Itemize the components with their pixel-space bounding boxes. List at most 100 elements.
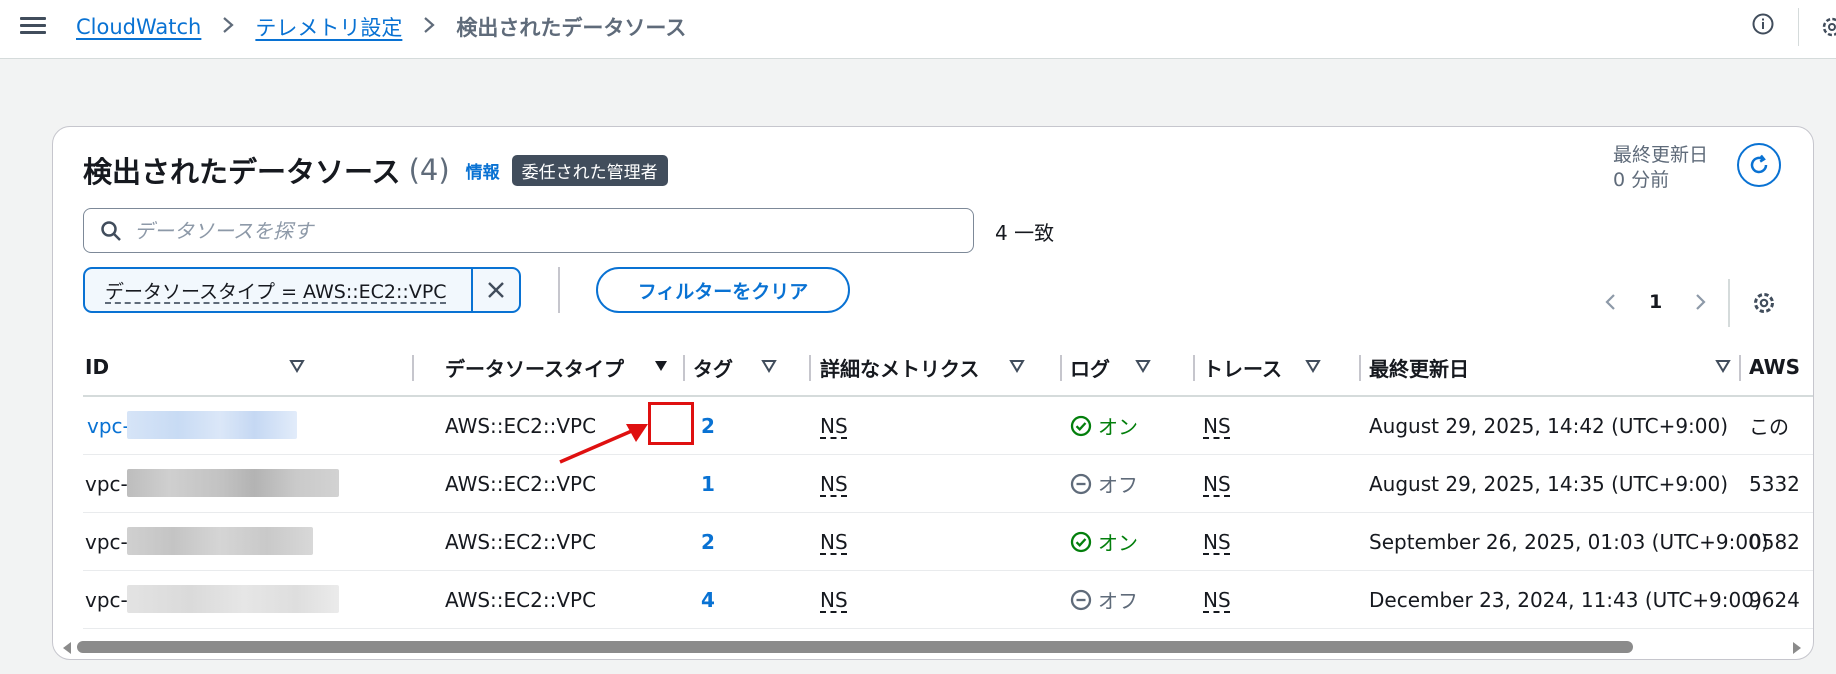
refresh-button[interactable] xyxy=(1737,143,1781,187)
sort-caret-icon[interactable] xyxy=(653,359,669,373)
chevron-right-icon[interactable] xyxy=(1690,292,1710,312)
row-updated: August 29, 2025, 14:35 (UTC+9:00) xyxy=(1369,471,1729,496)
breadcrumb-telemetry[interactable]: テレメトリ設定 xyxy=(255,12,402,42)
redacted-id xyxy=(127,411,297,439)
delegated-admin-badge: 委任された管理者 xyxy=(511,154,668,186)
table-row: vpc- AWS::EC2::VPC 4 NS オフ NS December 2… xyxy=(83,571,1813,629)
column-header-logs[interactable]: ログ xyxy=(1070,339,1170,395)
row-log-label: オン xyxy=(1098,531,1138,555)
row-tags-link[interactable]: 2 xyxy=(701,414,715,438)
column-divider[interactable] xyxy=(1060,355,1062,381)
close-icon xyxy=(488,282,504,298)
page-number[interactable]: 1 xyxy=(1649,291,1662,313)
row-metrics-value[interactable]: NS xyxy=(820,414,848,438)
sort-caret-icon[interactable] xyxy=(1009,359,1025,373)
table-header: ID データソースタイプ タグ 詳細なメトリクス ログ トレース 最終更新日 A… xyxy=(83,339,1813,397)
chevron-right-icon xyxy=(221,15,235,39)
horizontal-scrollbar[interactable] xyxy=(63,638,1803,654)
data-sources-panel: 検出されたデータソース (4) 情報 委任された管理者 最終更新日 0 分前 4… xyxy=(52,126,1814,660)
filter-token-label[interactable]: データソースタイプ = AWS::EC2::VPC xyxy=(85,277,471,304)
table-settings-icon[interactable] xyxy=(1751,290,1777,316)
search-input[interactable] xyxy=(132,217,956,244)
result-count: (4) xyxy=(408,153,450,187)
column-divider[interactable] xyxy=(809,355,811,381)
chevron-left-icon[interactable] xyxy=(1601,292,1621,312)
status-positive-icon xyxy=(1070,531,1092,552)
row-metrics: NS xyxy=(820,455,848,512)
row-tags-link[interactable]: 1 xyxy=(701,472,715,496)
scroll-right-arrow[interactable] xyxy=(1793,642,1801,654)
row-tags: 2 xyxy=(701,397,715,454)
sort-caret-icon[interactable] xyxy=(1715,359,1731,373)
row-metrics-value[interactable]: NS xyxy=(820,472,848,496)
row-id-link[interactable]: vpc- xyxy=(87,414,130,438)
column-divider[interactable] xyxy=(1739,355,1741,381)
row-id: vpc- xyxy=(85,471,128,496)
row-log-status: オン xyxy=(1070,513,1138,570)
sort-caret-icon[interactable] xyxy=(1305,359,1321,373)
row-type: AWS::EC2::VPC xyxy=(445,471,597,496)
info-icon[interactable] xyxy=(1752,13,1774,35)
column-header-id[interactable]: ID xyxy=(85,339,305,395)
info-link[interactable]: 情報 xyxy=(466,158,500,183)
top-navigation-bar: CloudWatch テレメトリ設定 検出されたデータソース xyxy=(0,0,1836,59)
column-divider[interactable] xyxy=(1193,355,1195,381)
row-type: AWS::EC2::VPC xyxy=(445,413,597,438)
column-header-metrics[interactable]: 詳細なメトリクス xyxy=(820,339,1030,395)
row-log-label: オン xyxy=(1098,415,1138,439)
row-id[interactable]: vpc- xyxy=(87,397,130,454)
scrollbar-thumb[interactable] xyxy=(77,641,1633,653)
column-header-last-updated[interactable]: 最終更新日 xyxy=(1369,339,1749,395)
row-updated: December 23, 2024, 11:43 (UTC+9:00) xyxy=(1369,587,1762,612)
breadcrumb-cloudwatch[interactable]: CloudWatch xyxy=(76,15,201,39)
status-stopped-icon xyxy=(1070,589,1092,610)
column-header-type[interactable]: データソースタイプ xyxy=(445,339,667,395)
sort-caret-icon[interactable] xyxy=(761,359,777,373)
clear-filters-button[interactable]: フィルターをクリア xyxy=(596,267,850,313)
row-type: AWS::EC2::VPC xyxy=(445,587,597,612)
row-tags: 2 xyxy=(701,513,715,570)
last-updated: 最終更新日 0 分前 xyxy=(1613,143,1708,193)
divider xyxy=(558,267,560,313)
search-box[interactable] xyxy=(83,208,974,253)
scroll-left-arrow[interactable] xyxy=(63,642,71,654)
row-trace-value[interactable]: NS xyxy=(1203,472,1231,496)
row-metrics-value[interactable]: NS xyxy=(820,588,848,612)
row-trace: NS xyxy=(1203,455,1231,512)
sort-caret-icon[interactable] xyxy=(289,359,305,373)
chevron-right-icon xyxy=(422,15,436,39)
last-updated-label: 最終更新日 xyxy=(1613,144,1709,166)
row-updated: September 26, 2025, 01:03 (UTC+9:00) xyxy=(1369,529,1769,554)
column-divider[interactable] xyxy=(683,355,685,381)
row-updated: August 29, 2025, 14:42 (UTC+9:00) xyxy=(1369,413,1729,438)
row-trace-value[interactable]: NS xyxy=(1203,588,1231,612)
row-tags: 1 xyxy=(701,455,715,512)
row-account: 5332 xyxy=(1749,471,1800,496)
page-title: 検出されたデータソース xyxy=(83,155,401,189)
status-positive-icon xyxy=(1070,415,1092,436)
column-divider[interactable] xyxy=(1359,355,1361,381)
column-header-trace[interactable]: トレース xyxy=(1203,339,1323,395)
column-header-tags[interactable]: タグ xyxy=(693,339,793,395)
redacted-id xyxy=(127,527,313,555)
filter-token: データソースタイプ = AWS::EC2::VPC xyxy=(83,267,521,313)
table-row: vpc- AWS::EC2::VPC 2 NS オン NS September … xyxy=(83,513,1813,571)
row-metrics: NS xyxy=(820,397,848,454)
menu-icon[interactable] xyxy=(20,14,46,38)
table-row: vpc- AWS::EC2::VPC 2 NS オン NS August 29,… xyxy=(83,397,1813,455)
row-trace-value[interactable]: NS xyxy=(1203,414,1231,438)
column-divider[interactable] xyxy=(412,355,414,381)
row-trace-value[interactable]: NS xyxy=(1203,530,1231,554)
row-tags-link[interactable]: 2 xyxy=(701,530,715,554)
remove-filter-button[interactable] xyxy=(471,269,519,311)
refresh-icon xyxy=(1750,154,1768,174)
redacted-id xyxy=(127,585,339,613)
sort-caret-icon[interactable] xyxy=(1135,359,1151,373)
last-updated-value: 0 分前 xyxy=(1613,169,1670,191)
row-metrics-value[interactable]: NS xyxy=(820,530,848,554)
row-tags-link[interactable]: 4 xyxy=(701,588,715,612)
status-stopped-icon xyxy=(1070,473,1092,494)
row-type: AWS::EC2::VPC xyxy=(445,529,597,554)
column-header-aws[interactable]: AWS xyxy=(1749,339,1813,395)
settings-icon[interactable] xyxy=(1820,15,1836,39)
